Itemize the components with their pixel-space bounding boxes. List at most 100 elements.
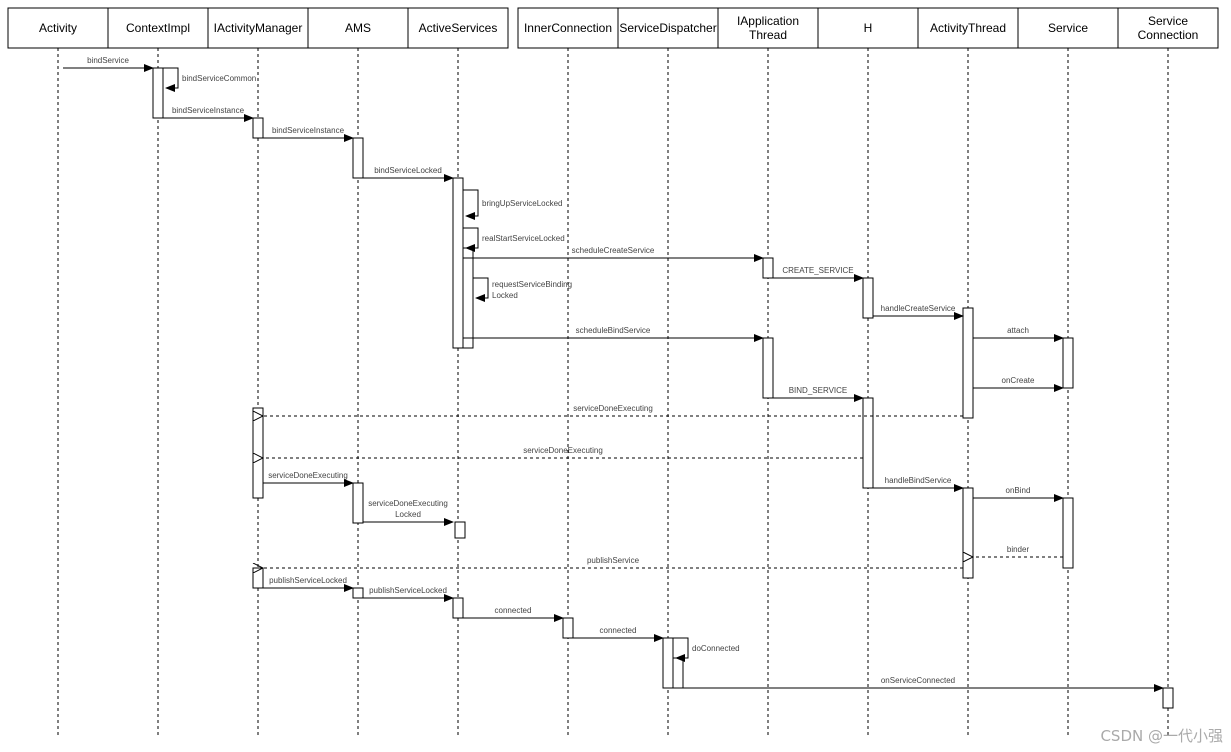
activation-bar	[454, 521, 466, 539]
participant-label-line: Activity	[39, 21, 77, 35]
message-label: onBind	[1006, 486, 1031, 495]
participant-label-line: IApplication	[737, 14, 799, 28]
message-label: publishService	[587, 556, 640, 565]
participant-label: ActivityThread	[930, 21, 1006, 35]
message-label-line: binder	[1007, 545, 1030, 554]
message-label: bindServiceLocked	[374, 166, 442, 175]
message-label: realStartServiceLocked	[482, 234, 565, 243]
participant-label-line: IActivityManager	[214, 21, 303, 35]
activation-bar	[662, 637, 674, 689]
message-label-line: serviceDoneExecuting	[573, 404, 653, 413]
activation-bar	[562, 617, 574, 639]
participant-label: IActivityManager	[214, 21, 303, 35]
activation-bar	[672, 657, 684, 689]
message-label: BIND_SERVICE	[789, 386, 848, 395]
message-label-line: realStartServiceLocked	[482, 234, 565, 243]
participant-label-line: ActiveServices	[419, 21, 498, 35]
participant-label-line: ContextImpl	[126, 21, 190, 35]
participant-label: H	[864, 21, 873, 35]
activation-bar	[1062, 337, 1074, 389]
message-label-line: publishService	[587, 556, 640, 565]
message-label: bindServiceInstance	[172, 106, 245, 115]
message-label-line: scheduleBindService	[576, 326, 651, 335]
participant-label-line: Service	[1148, 14, 1188, 28]
message-label: bringUpServiceLocked	[482, 199, 563, 208]
message-label: handleCreateService	[881, 304, 956, 313]
participant-label: ServiceDispatcher	[619, 21, 716, 35]
message-label: attach	[1007, 326, 1029, 335]
self-message-arrow	[473, 277, 489, 302]
message-label: bindServiceCommon	[182, 74, 256, 83]
participant-label: InnerConnection	[524, 21, 612, 35]
message-label: connected	[600, 626, 637, 635]
message-label: bindServiceInstance	[272, 126, 345, 135]
activation-bar	[862, 397, 874, 489]
participant-label-line: AMS	[345, 21, 371, 35]
participant-label-line: ActivityThread	[930, 21, 1006, 35]
message-label: serviceDoneExecuting Locked	[368, 499, 448, 519]
activation-bar	[762, 337, 774, 399]
participant-label: Service	[1048, 21, 1088, 35]
message-label: connected	[495, 606, 532, 615]
message-label-line: requestServiceBinding	[492, 280, 572, 289]
message-label: serviceDoneExecuting	[523, 446, 603, 455]
message-label-line: Locked	[492, 291, 518, 300]
message-label: requestServiceBinding Locked	[492, 280, 572, 300]
activation-bar	[452, 597, 464, 619]
message-label: CREATE_SERVICE	[782, 266, 853, 275]
message-label-line: publishServiceLocked	[269, 576, 347, 585]
message-label-line: attach	[1007, 326, 1029, 335]
watermark: CSDN @一代小强	[1100, 727, 1223, 745]
message-label-line: serviceDoneExecuting	[523, 446, 603, 455]
message-label-line: scheduleCreateService	[572, 246, 655, 255]
message-label: scheduleBindService	[576, 326, 651, 335]
message-label: publishServiceLocked	[269, 576, 347, 585]
message-label-line: BIND_SERVICE	[789, 386, 848, 395]
message-label: doConnected	[692, 644, 740, 653]
message-label-line: CREATE_SERVICE	[782, 266, 853, 275]
message-label-line: connected	[600, 626, 637, 635]
participant-label-line: H	[864, 21, 873, 35]
activation-bar	[962, 487, 974, 579]
message-label: onCreate	[1002, 376, 1035, 385]
message-label-line: onCreate	[1002, 376, 1035, 385]
message-label: scheduleCreateService	[572, 246, 655, 255]
activation-bar	[462, 247, 474, 349]
message-label: bindService	[87, 56, 129, 65]
participant-label: ContextImpl	[126, 21, 190, 35]
message-label-line: connected	[495, 606, 532, 615]
message-label-line: bindService	[87, 56, 129, 65]
self-message-arrow	[673, 637, 689, 662]
message-label-line: bindServiceInstance	[172, 106, 245, 115]
message-label-line: bringUpServiceLocked	[482, 199, 563, 208]
message-label: onServiceConnected	[881, 676, 955, 685]
message-label-line: Locked	[395, 510, 421, 519]
activation-bar	[152, 67, 164, 119]
message-label-line: handleBindService	[885, 476, 952, 485]
participant-label: ActiveServices	[419, 21, 498, 35]
activation-bar	[252, 407, 264, 499]
self-message-arrow	[463, 227, 479, 252]
message-label-line: handleCreateService	[881, 304, 956, 313]
activation-bar	[252, 117, 264, 139]
message-label: publishServiceLocked	[369, 586, 447, 595]
activation-bar	[352, 137, 364, 179]
message-label-line: bindServiceLocked	[374, 166, 442, 175]
activation-bar	[352, 482, 364, 524]
self-message-arrow	[463, 189, 479, 220]
message-label: serviceDoneExecuting	[573, 404, 653, 413]
sequence-diagram: Activity ContextImpl IActivityManager AMS Ac…	[0, 0, 1231, 752]
participant-label: AMS	[345, 21, 371, 35]
activation-bar	[452, 177, 464, 349]
message-label: serviceDoneExecuting	[268, 471, 348, 480]
participant-label: Activity	[39, 21, 77, 35]
participant-label-line: ServiceDispatcher	[619, 21, 716, 35]
message-label-line: publishServiceLocked	[369, 586, 447, 595]
participant-label-line: Connection	[1138, 28, 1199, 42]
participant-label-line: InnerConnection	[524, 21, 612, 35]
activation-bar	[762, 257, 774, 279]
activation-bar	[1162, 687, 1174, 709]
message-label-line: onBind	[1006, 486, 1031, 495]
activation-bar	[1062, 497, 1074, 569]
participant-label-line: Service	[1048, 21, 1088, 35]
